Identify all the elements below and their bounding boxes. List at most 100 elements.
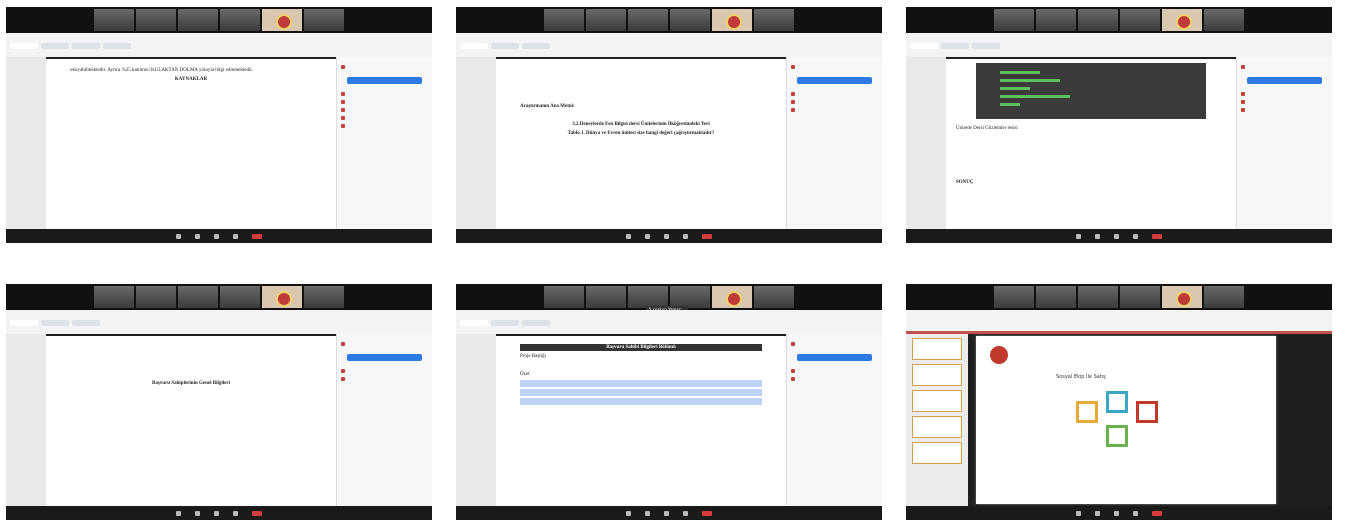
leave-button[interactable] <box>702 510 712 516</box>
slide-thumbnails <box>906 334 968 506</box>
panel-item[interactable] <box>341 367 428 375</box>
browser-tab[interactable] <box>72 320 100 326</box>
share-icon[interactable] <box>214 233 219 239</box>
panel-item[interactable] <box>791 375 878 383</box>
panel-item[interactable] <box>791 98 878 106</box>
mic-icon[interactable] <box>176 510 181 516</box>
slide-thumb[interactable] <box>912 442 962 464</box>
tool-icon <box>1241 92 1245 96</box>
browser-tab[interactable] <box>491 320 519 326</box>
slide-thumb[interactable] <box>912 390 962 412</box>
chat-icon[interactable] <box>683 510 688 516</box>
browser-tab[interactable] <box>460 320 488 326</box>
panel-button[interactable] <box>347 77 422 84</box>
panel-item[interactable] <box>341 114 428 122</box>
browser-tab[interactable] <box>522 320 550 326</box>
browser-tab[interactable] <box>522 43 550 49</box>
participant-tile-logo <box>262 286 302 308</box>
panel-item[interactable] <box>791 367 878 375</box>
slide-thumb[interactable] <box>912 364 962 386</box>
pdf-sidebar <box>6 334 46 506</box>
panel-button[interactable] <box>347 354 422 361</box>
browser-tab[interactable] <box>941 43 969 49</box>
panel-item[interactable] <box>1241 90 1328 98</box>
browser-tab[interactable] <box>72 43 100 49</box>
mic-icon[interactable] <box>626 233 631 239</box>
panel-item[interactable] <box>791 63 878 71</box>
doc-heading: SONUÇ <box>956 180 974 185</box>
chat-icon[interactable] <box>233 233 238 239</box>
mic-icon[interactable] <box>176 233 181 239</box>
participant-tile <box>304 9 344 31</box>
participant-tile <box>94 9 134 31</box>
participant-tile <box>628 9 668 31</box>
tool-icon <box>791 369 795 373</box>
participant-tile <box>94 286 134 308</box>
tool-icon <box>341 369 345 373</box>
browser-tab[interactable] <box>41 320 69 326</box>
video-icon[interactable] <box>1095 510 1100 516</box>
participant-tile <box>544 9 584 31</box>
participant-tile <box>586 286 626 308</box>
panel-item[interactable] <box>341 106 428 114</box>
panel-item[interactable] <box>791 340 878 348</box>
mic-icon[interactable] <box>626 510 631 516</box>
slide-thumb[interactable] <box>912 416 962 438</box>
video-icon[interactable] <box>645 510 650 516</box>
participant-tile <box>1204 286 1244 308</box>
panel-item[interactable] <box>341 340 428 348</box>
video-icon[interactable] <box>645 233 650 239</box>
share-icon[interactable] <box>214 510 219 516</box>
panel-item[interactable] <box>341 98 428 106</box>
share-icon[interactable] <box>1114 510 1119 516</box>
leave-button[interactable] <box>252 510 262 516</box>
video-icon[interactable] <box>195 510 200 516</box>
panel-button[interactable] <box>1247 77 1322 84</box>
participant-tile <box>1036 9 1076 31</box>
browser-tab[interactable] <box>41 43 69 49</box>
panel-item[interactable] <box>1241 63 1328 71</box>
panel-item[interactable] <box>1241 106 1328 114</box>
chat-icon[interactable] <box>683 233 688 239</box>
pdf-icon <box>341 342 345 346</box>
screenshot-6: Sosyal Ekip İle Satış <box>906 284 1332 520</box>
chat-icon[interactable] <box>1133 510 1138 516</box>
video-gallery <box>456 7 882 33</box>
pdf-sidebar <box>456 57 496 229</box>
leave-button[interactable] <box>702 233 712 239</box>
tool-icon <box>341 92 345 96</box>
video-icon[interactable] <box>1095 233 1100 239</box>
mic-icon[interactable] <box>1076 233 1081 239</box>
panel-item[interactable] <box>341 122 428 130</box>
panel-button[interactable] <box>797 354 872 361</box>
browser-tab[interactable] <box>910 43 938 49</box>
meeting-toolbar <box>906 506 1332 520</box>
panel-item[interactable] <box>1241 98 1328 106</box>
panel-item[interactable] <box>791 106 878 114</box>
share-icon[interactable] <box>664 510 669 516</box>
panel-button[interactable] <box>797 77 872 84</box>
mic-icon[interactable] <box>1076 510 1081 516</box>
panel-item[interactable] <box>341 375 428 383</box>
chat-icon[interactable] <box>233 510 238 516</box>
leave-button[interactable] <box>1152 510 1162 516</box>
browser-tab[interactable] <box>10 320 38 326</box>
browser-tab[interactable] <box>460 43 488 49</box>
participant-tile-logo <box>712 286 752 308</box>
browser-tab[interactable] <box>491 43 519 49</box>
leave-button[interactable] <box>252 233 262 239</box>
video-icon[interactable] <box>195 233 200 239</box>
chat-icon[interactable] <box>1133 233 1138 239</box>
panel-item[interactable] <box>791 90 878 98</box>
share-icon[interactable] <box>664 233 669 239</box>
panel-item[interactable] <box>341 90 428 98</box>
leave-button[interactable] <box>1152 233 1162 239</box>
browser-tab[interactable] <box>103 43 131 49</box>
pdf-icon <box>791 342 795 346</box>
doc-line: Tablo 1. Dünya ve Evren ünitesi size han… <box>567 131 715 136</box>
browser-tab[interactable] <box>10 43 38 49</box>
browser-tab[interactable] <box>972 43 1000 49</box>
panel-item[interactable] <box>341 63 428 71</box>
slide-thumb[interactable] <box>912 338 962 360</box>
share-icon[interactable] <box>1114 233 1119 239</box>
